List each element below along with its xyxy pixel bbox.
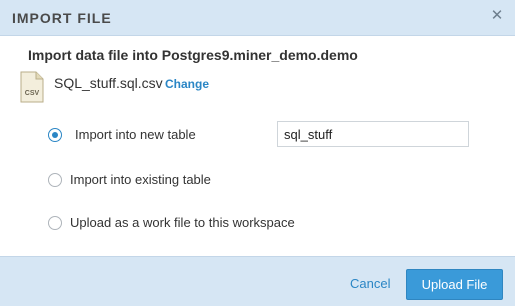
option-new-table-label[interactable]: Import into new table xyxy=(75,127,196,142)
selected-file-row: CSV SQL_stuff.sql.csv Change xyxy=(20,71,320,105)
option-work-file[interactable]: Upload as a work file to this workspace xyxy=(48,214,488,234)
option-existing-table-label[interactable]: Import into existing table xyxy=(70,172,211,187)
cancel-button[interactable]: Cancel xyxy=(350,276,390,291)
dialog-header: IMPORT FILE ✕ xyxy=(0,0,515,36)
table-name-input[interactable] xyxy=(277,121,469,147)
csv-file-icon: CSV xyxy=(20,71,44,103)
dialog-subtitle: Import data file into Postgres9.miner_de… xyxy=(28,47,358,63)
dialog-footer: Cancel Upload File xyxy=(0,256,515,306)
import-file-dialog: IMPORT FILE ✕ Import data file into Post… xyxy=(0,0,515,306)
radio-work-file[interactable] xyxy=(48,216,62,230)
radio-existing-table[interactable] xyxy=(48,173,62,187)
file-name: SQL_stuff.sql.csv xyxy=(54,75,163,91)
close-icon[interactable]: ✕ xyxy=(489,8,505,24)
change-file-link[interactable]: Change xyxy=(165,77,209,91)
csv-icon-label: CSV xyxy=(25,90,40,97)
upload-file-button[interactable]: Upload File xyxy=(406,269,503,300)
dialog-title: IMPORT FILE xyxy=(12,10,112,26)
option-existing-table[interactable]: Import into existing table xyxy=(48,171,488,191)
option-work-file-label[interactable]: Upload as a work file to this workspace xyxy=(70,215,295,230)
radio-new-table[interactable] xyxy=(48,128,62,142)
